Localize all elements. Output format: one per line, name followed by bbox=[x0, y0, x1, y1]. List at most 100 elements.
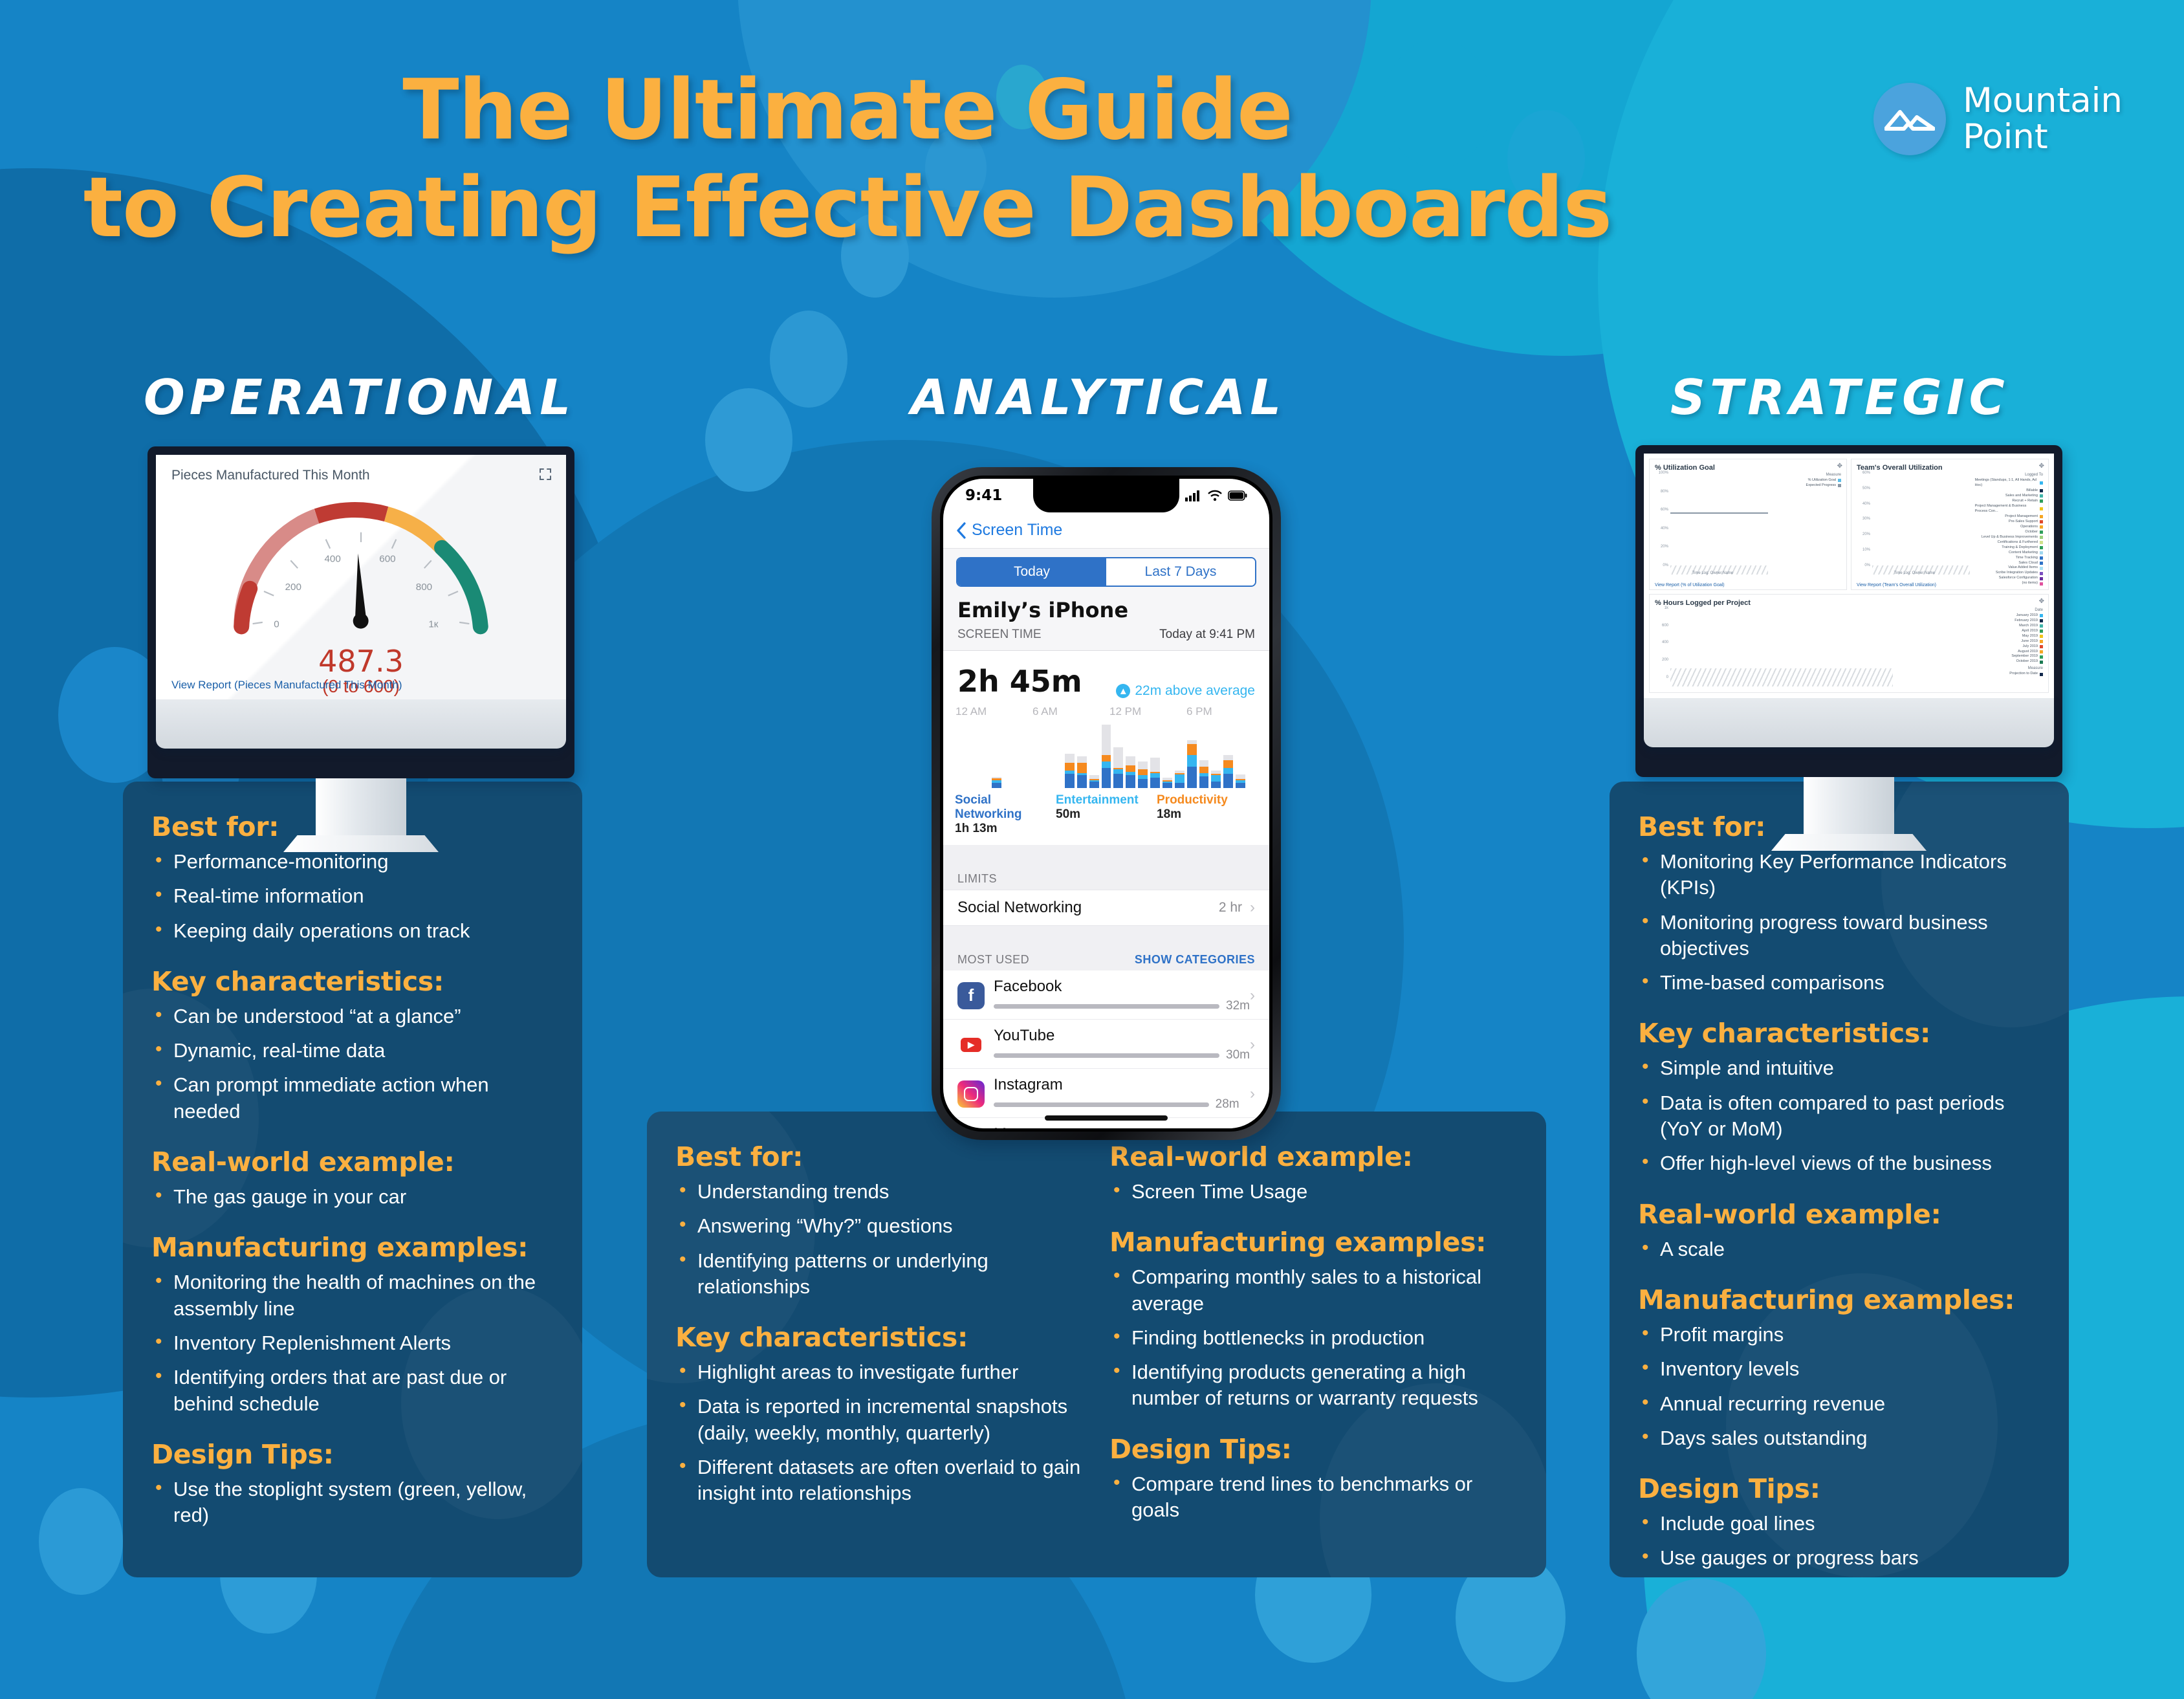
phone-body: 9:41 Screen Time Today Last 7 Days Emily… bbox=[932, 467, 1281, 1140]
screen-time-chart: 12 AM 6 AM 12 PM 6 PM bbox=[952, 705, 1260, 788]
show-categories-button[interactable]: SHOW CATEGORIES bbox=[1135, 953, 1255, 967]
view-report-link[interactable]: View Report (Pieces Manufactured This Mo… bbox=[171, 679, 402, 692]
tab-today[interactable]: Today bbox=[957, 558, 1106, 586]
view-report-link[interactable]: View Report (Team's Overall Utilization) bbox=[1857, 583, 1936, 587]
back-button[interactable]: Screen Time bbox=[943, 512, 1269, 549]
chart-bars bbox=[1872, 474, 1970, 565]
list-item: Answering “Why?” questions bbox=[678, 1212, 1084, 1239]
tick-label: 12 PM bbox=[1109, 705, 1142, 718]
legend-item: October 2019 bbox=[1898, 659, 2043, 664]
list-item: Can prompt immediate action when needed bbox=[154, 1071, 554, 1124]
signal-icon bbox=[1185, 490, 1199, 501]
section-list: Understanding trends Answering “Why?” qu… bbox=[678, 1178, 1084, 1300]
legend-item: Operations bbox=[1975, 525, 2043, 530]
operational-sections: Best for: Performance-monitoring Real-ti… bbox=[151, 811, 554, 1537]
hours-logged-card: % Hours Logged per Project ✥ 0 200 400 600 1… bbox=[1649, 593, 2049, 693]
app-row[interactable]: Instagram 28m › bbox=[943, 1069, 1269, 1118]
y-tick-label: 60% bbox=[1862, 471, 1870, 475]
list-item: Identifying products generating a high n… bbox=[1112, 1358, 1518, 1412]
chevron-right-icon: › bbox=[1250, 986, 1255, 1004]
section-list: Compare trend lines to benchmarks or goa… bbox=[1112, 1470, 1518, 1524]
analytical-right-column: Real-world example: Screen Time Usage Ma… bbox=[1109, 1141, 1518, 1531]
section-list: Monitoring Key Performance Indicators (K… bbox=[1641, 848, 2040, 996]
list-item: Monitoring the health of machines on the… bbox=[154, 1268, 554, 1322]
facebook-icon: f bbox=[957, 981, 985, 1009]
svg-text:0: 0 bbox=[274, 619, 279, 630]
limit-row-social-networking[interactable]: Social Networking 2 hr › bbox=[943, 890, 1269, 926]
bg-bubble bbox=[39, 1488, 123, 1595]
section-title: Design Tips: bbox=[1109, 1433, 1292, 1465]
list-item: Can be understood “at a glance” bbox=[154, 1002, 554, 1029]
title-line-2: to Creating Effective Dashboards bbox=[83, 160, 1613, 257]
monitor-screen: % Utilization Goal ✥ 0% 20% 40% 60% 80% 100% … bbox=[1644, 454, 2054, 698]
y-tick-label: 100% bbox=[1658, 471, 1668, 475]
section-title: Key characteristics: bbox=[675, 1322, 968, 1354]
brand-name-line2: Point bbox=[1963, 117, 2048, 157]
list-item: Dynamic, real-time data bbox=[154, 1036, 554, 1064]
legend-item: % Utilization Goal bbox=[1773, 478, 1841, 483]
app-info: Messages23m bbox=[994, 1125, 1250, 1128]
card-title: % Utilization Goal bbox=[1655, 464, 1715, 472]
list-item: Inventory levels bbox=[1641, 1355, 2040, 1382]
app-usage-value: 28m bbox=[1215, 1097, 1239, 1111]
legend-item: April 2019 bbox=[1898, 629, 2043, 634]
chart-bar bbox=[1199, 760, 1209, 788]
app-usage-value: 32m bbox=[1226, 999, 1250, 1013]
phone-screen: 9:41 Screen Time Today Last 7 Days Emily… bbox=[943, 479, 1269, 1128]
instagram-icon bbox=[957, 1080, 985, 1108]
expand-icon[interactable]: ✥ bbox=[1837, 463, 1842, 470]
expand-icon[interactable]: ✥ bbox=[2039, 463, 2044, 470]
bg-bubble bbox=[705, 388, 792, 492]
list-item: Highlight areas to investigate further bbox=[678, 1358, 1084, 1385]
legend-item: October bbox=[1975, 530, 2043, 535]
section-title: Key characteristics: bbox=[1638, 1018, 1931, 1049]
monitor-chin bbox=[156, 698, 566, 749]
gauge-value: 487.3 bbox=[318, 644, 404, 679]
chart-bar bbox=[1101, 725, 1111, 788]
category-legend: Social Networking 1h 13m Entertainment 5… bbox=[943, 788, 1269, 845]
legend-item: Scribe Integration Updates bbox=[1975, 571, 2043, 576]
device-name: Emily’s iPhone bbox=[943, 595, 1269, 622]
list-item: Data is often compared to past periods (… bbox=[1641, 1089, 2040, 1143]
list-item: Identifying patterns or underlying relat… bbox=[678, 1247, 1084, 1300]
app-info: YouTube 30m bbox=[994, 1027, 1250, 1062]
chart-bar bbox=[1126, 756, 1136, 788]
legend-item: Sales and Marketing bbox=[1975, 494, 2043, 499]
expand-icon[interactable] bbox=[539, 468, 552, 485]
app-row[interactable]: ▶ YouTube 30m › bbox=[943, 1020, 1269, 1069]
tab-last-7-days[interactable]: Last 7 Days bbox=[1106, 558, 1255, 586]
x-axis-label: Time Log: Owner Name bbox=[1692, 571, 1734, 575]
legend-label: Social Networking bbox=[955, 793, 1022, 821]
legend-item: Project Management & Business Process Co… bbox=[1975, 504, 2043, 514]
limits-label: LIMITS bbox=[957, 872, 998, 885]
view-report-link[interactable]: View Report (% of Utilization Goal) bbox=[1655, 583, 1725, 587]
legend-label: Entertainment bbox=[1056, 793, 1139, 807]
section-list: Include goal lines Use gauges or progres… bbox=[1641, 1509, 2040, 1572]
y-tick-label: 0 bbox=[1666, 675, 1668, 679]
brand-logo: Mountain Point bbox=[1873, 82, 2123, 157]
list-item: Monitoring Key Performance Indicators (K… bbox=[1641, 848, 2040, 901]
legend-item: Training & Deployment bbox=[1975, 545, 2043, 551]
section-list: Highlight areas to investigate further D… bbox=[678, 1358, 1084, 1506]
legend-social-networking: Social Networking 1h 13m bbox=[955, 793, 1056, 836]
section-title: Best for: bbox=[675, 1141, 803, 1172]
screen-time-header: SCREEN TIME Today at 9:41 PM bbox=[943, 622, 1269, 651]
segmented-control[interactable]: Today Last 7 Days bbox=[943, 549, 1269, 595]
list-item: Inventory Replenishment Alerts bbox=[154, 1329, 554, 1356]
app-info: Facebook 32m bbox=[994, 978, 1250, 1013]
legend-item: Pre-Sales Support bbox=[1975, 520, 2043, 525]
legend-item: Certifications & Furthered bbox=[1975, 540, 2043, 545]
goal-line bbox=[1670, 512, 1768, 514]
tick-label: 6 AM bbox=[1032, 705, 1058, 718]
back-label: Screen Time bbox=[972, 521, 1063, 539]
strategic-panel: Best for: Monitoring Key Performance Ind… bbox=[1610, 782, 2069, 1577]
app-usage-bar bbox=[994, 1102, 1209, 1107]
expand-icon[interactable]: ✥ bbox=[2039, 598, 2044, 605]
x-axis-label: Time Log: Owner Name bbox=[1894, 571, 1936, 575]
monitor-screen: Pieces Manufactured This Month 0 200 400… bbox=[156, 455, 566, 699]
section-title: Design Tips: bbox=[1638, 1473, 1820, 1505]
monitor-neck bbox=[316, 778, 406, 835]
legend-item: February 2019 bbox=[1898, 619, 2043, 624]
app-row[interactable]: f Facebook 32m › bbox=[943, 970, 1269, 1020]
legend-item: May 2019 bbox=[1898, 634, 2043, 639]
